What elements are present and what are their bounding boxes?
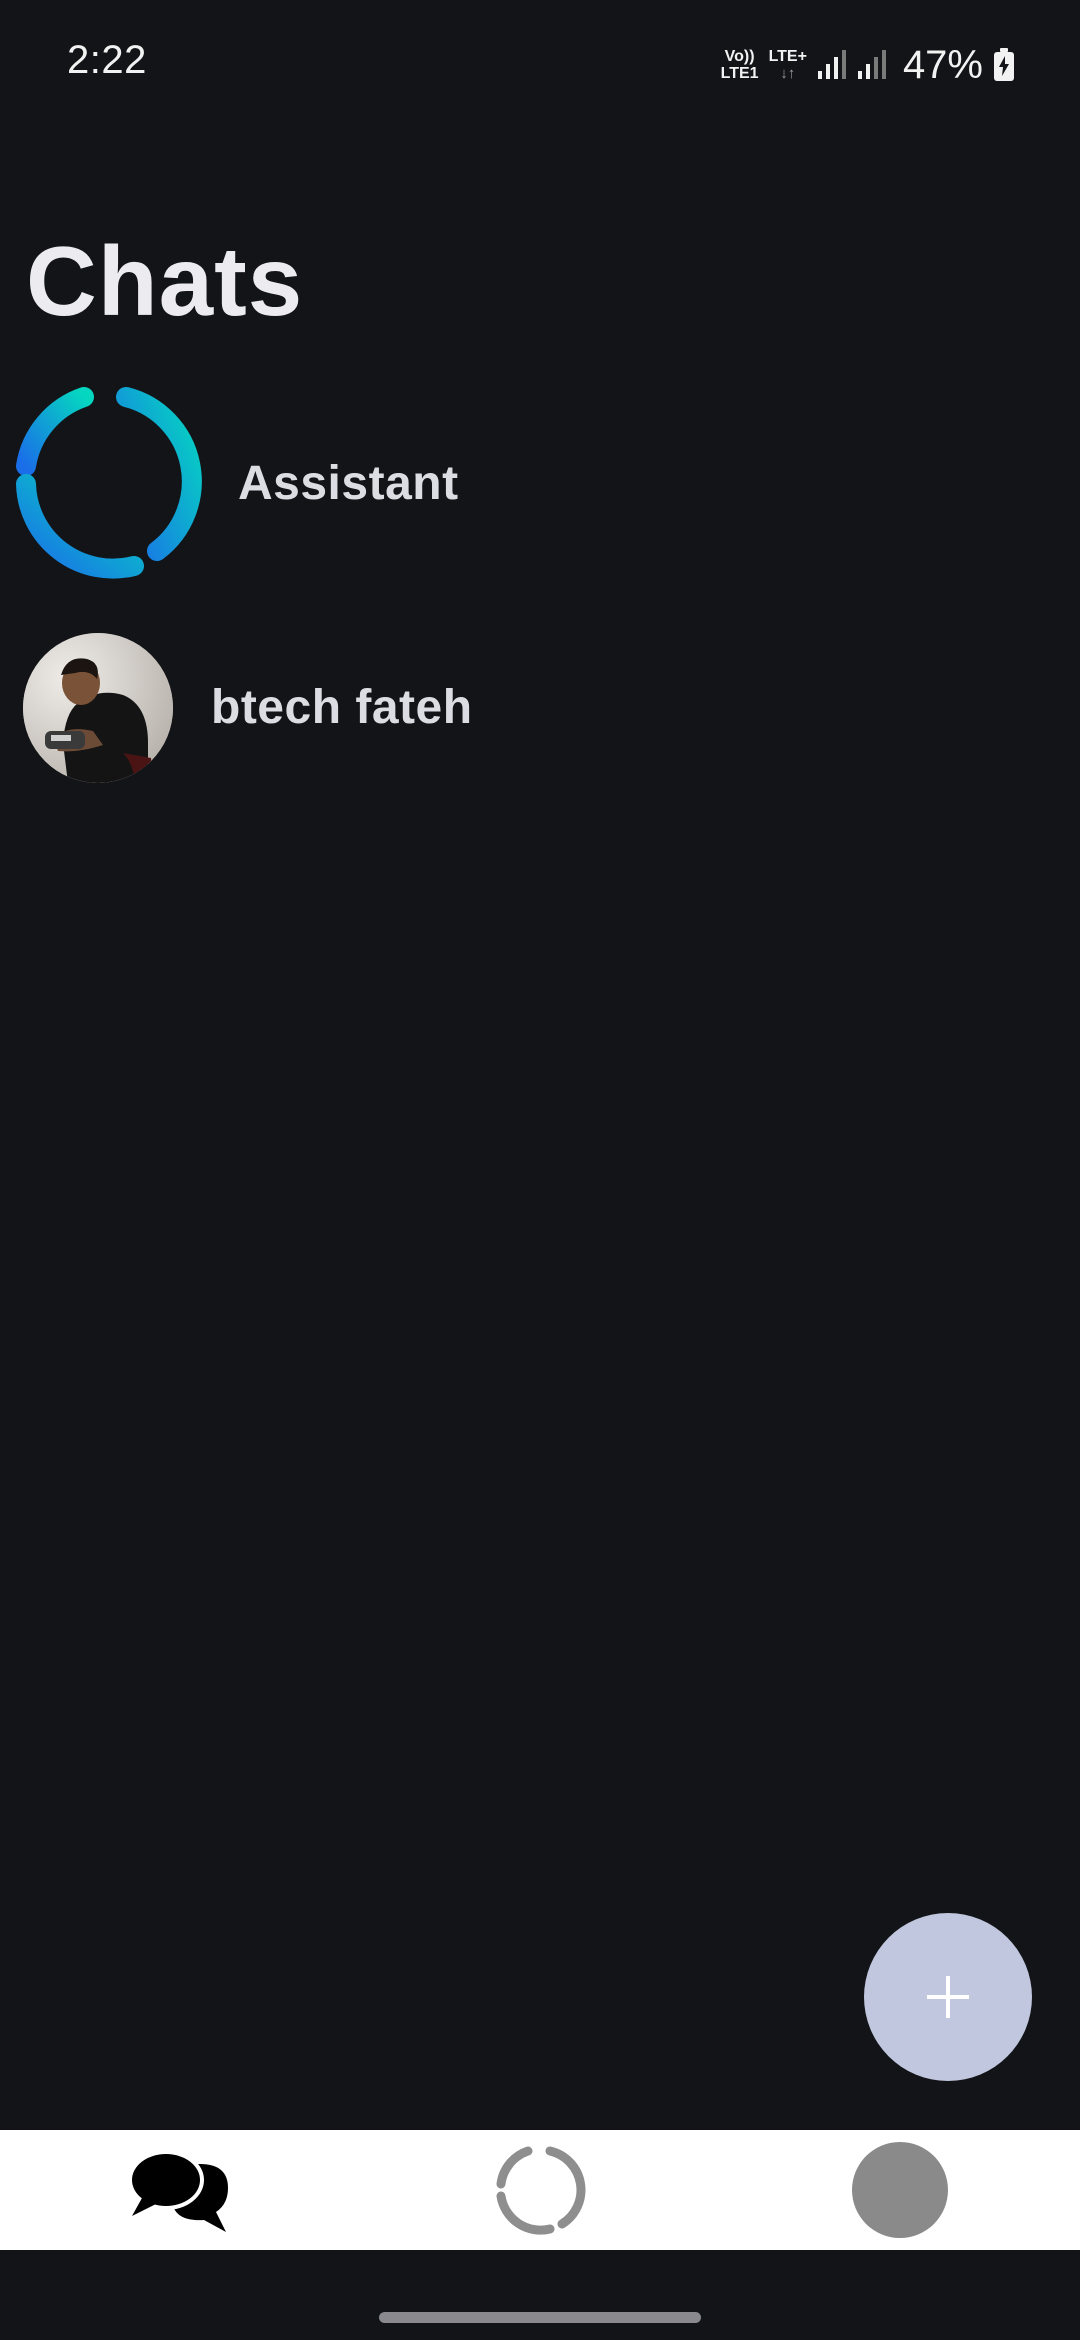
battery-charging-icon [994, 48, 1014, 81]
home-indicator[interactable] [379, 2312, 701, 2323]
network-type-indicator: LTE+ ↓↑ [769, 48, 807, 82]
chats-screen: 2:22 Vo)) LTE1 LTE+ ↓↑ 47% Chats Assista… [0, 0, 1080, 2340]
battery-percent: 47% [902, 42, 983, 87]
status-icons: Vo)) LTE1 LTE+ ↓↑ 47% [721, 40, 1015, 90]
volte-top-label: Vo)) [724, 48, 755, 65]
signal-strength-icon-1 [817, 50, 846, 79]
profile-avatar-icon [852, 2142, 948, 2238]
chat-item-btech-fateh[interactable]: btech fateh [0, 630, 1080, 785]
network-type-label: LTE+ [768, 48, 807, 65]
nav-chats-tab[interactable] [80, 2130, 280, 2250]
page-title: Chats [26, 226, 304, 336]
nav-updates-tab[interactable] [440, 2130, 640, 2250]
status-time: 2:22 [67, 38, 147, 82]
chats-icon [128, 2150, 228, 2232]
bottom-navigation [0, 2130, 1080, 2250]
assistant-ring-icon [16, 387, 202, 579]
new-chat-button[interactable] [864, 1913, 1032, 2081]
plus-icon [927, 1976, 969, 2018]
status-bar: 2:22 Vo)) LTE1 LTE+ ↓↑ 47% [0, 0, 1080, 130]
updates-ring-icon [496, 2146, 586, 2235]
volte-indicator: Vo)) LTE1 [721, 48, 759, 82]
chat-name: btech fateh [211, 681, 473, 734]
chat-item-assistant[interactable]: Assistant [0, 378, 1080, 588]
profile-photo-avatar [23, 633, 173, 783]
nav-profile-tab[interactable] [800, 2130, 1000, 2250]
volte-bottom-label: LTE1 [720, 65, 759, 82]
signal-strength-icon-2 [857, 50, 886, 79]
chat-name: Assistant [238, 457, 459, 510]
data-arrows-icon: ↓↑ [780, 65, 796, 82]
